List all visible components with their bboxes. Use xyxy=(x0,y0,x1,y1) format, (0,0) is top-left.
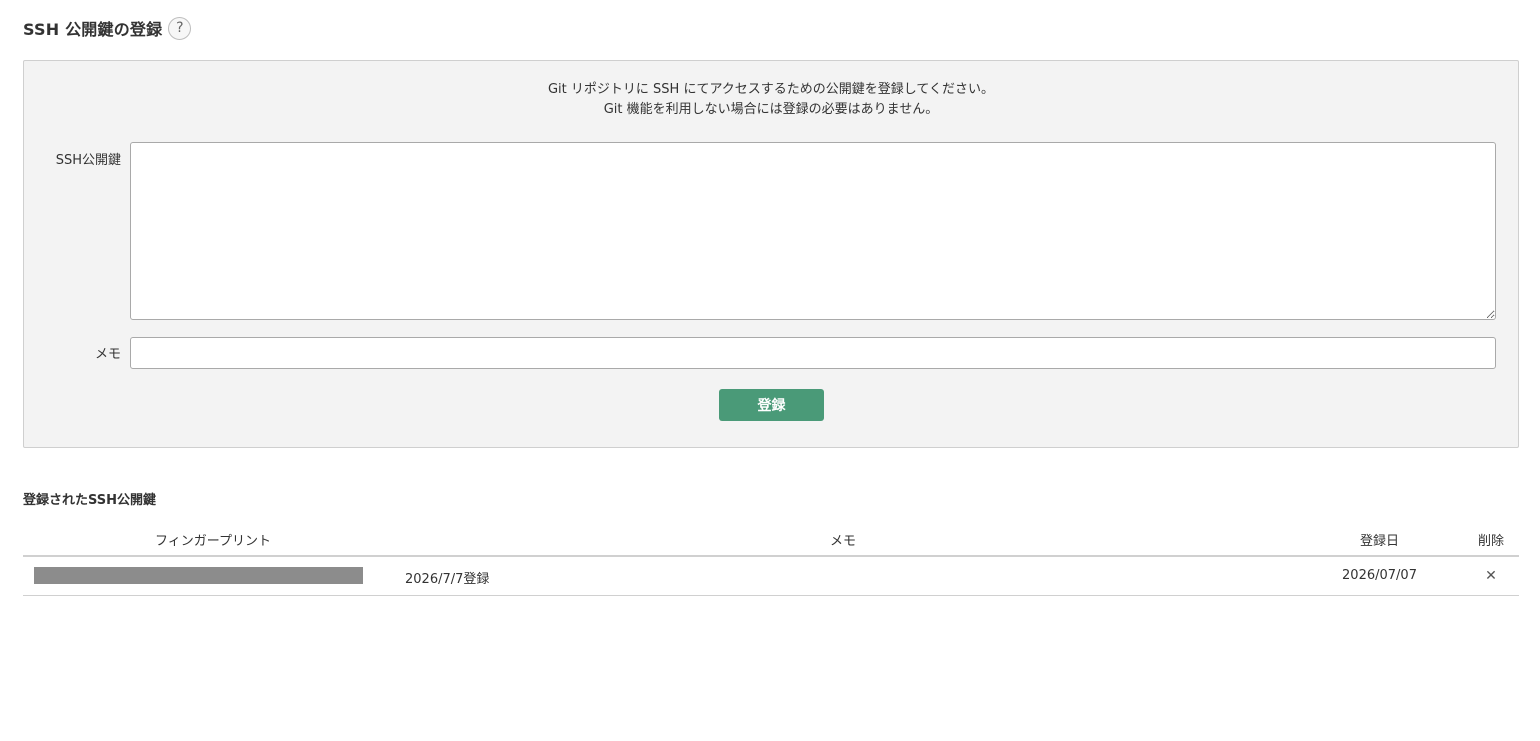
column-header-date: 登録日 xyxy=(1359,534,1399,549)
question-mark-icon[interactable]: ? xyxy=(168,16,192,40)
ssh-key-form-panel: Git リポジトリに SSH にてアクセスするための公開鍵を登録してください。 … xyxy=(23,60,1519,448)
table-row: 2026/7/7登録 2026/07/07 ✕ xyxy=(23,557,1519,596)
register-button[interactable]: 登録 xyxy=(719,389,824,421)
ssh-key-textarea[interactable] xyxy=(130,142,1496,320)
close-icon[interactable]: ✕ xyxy=(1481,566,1501,586)
registered-keys-table: フィンガープリント メモ 登録日 削除 2026/7/7登録 2026/07/0… xyxy=(23,523,1519,596)
fingerprint-redacted xyxy=(34,567,363,584)
page-title: SSH 公開鍵の登録 xyxy=(23,20,163,39)
instruction-line-1: Git リポジトリに SSH にてアクセスするための公開鍵を登録してください。 xyxy=(547,82,995,97)
column-header-delete: 削除 xyxy=(1477,534,1504,549)
row-date: 2026/07/07 xyxy=(1342,568,1417,583)
page-title-row: SSH 公開鍵の登録 ? xyxy=(23,16,192,40)
row-memo: 2026/7/7登録 xyxy=(405,572,490,587)
form-instructions: Git リポジトリに SSH にてアクセスするための公開鍵を登録してください。 … xyxy=(24,80,1518,120)
page: SSH 公開鍵の登録 ? Git リポジトリに SSH にてアクセスするための公… xyxy=(0,0,1540,741)
memo-input[interactable] xyxy=(130,337,1496,369)
column-header-memo: メモ xyxy=(829,534,856,549)
instruction-line-2: Git 機能を利用しない場合には登録の必要はありません。 xyxy=(603,102,939,117)
memo-label: メモ xyxy=(94,347,121,362)
ssh-key-label: SSH公開鍵 xyxy=(55,153,121,168)
column-header-fingerprint: フィンガープリント xyxy=(155,534,271,549)
table-header: フィンガープリント メモ 登録日 削除 xyxy=(23,523,1519,557)
registered-keys-title: 登録されたSSH公開鍵 xyxy=(23,493,157,508)
